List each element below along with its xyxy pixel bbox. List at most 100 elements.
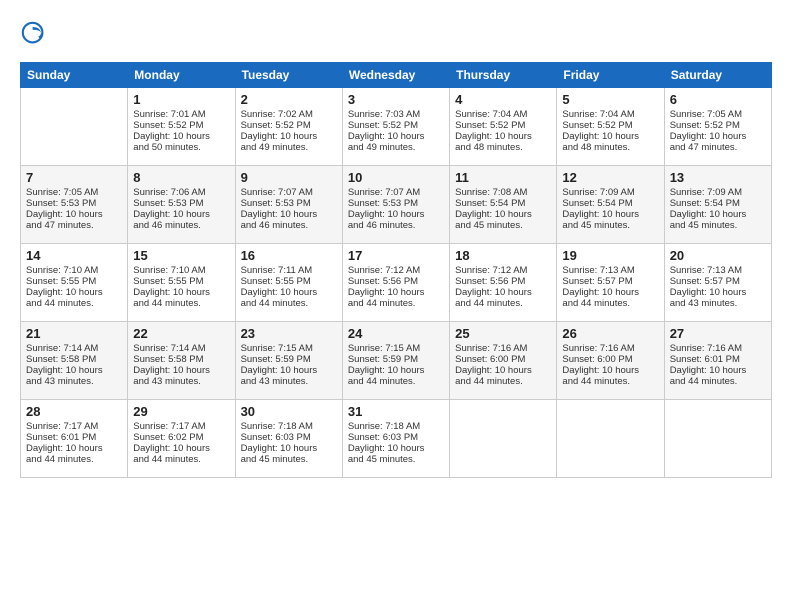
day-info-line: Sunrise: 7:13 AM <box>670 265 766 276</box>
day-info-line: Daylight: 10 hours <box>348 209 444 220</box>
day-info-line: Sunset: 6:01 PM <box>670 354 766 365</box>
day-info-line: Sunrise: 7:15 AM <box>348 343 444 354</box>
calendar-cell: 24Sunrise: 7:15 AMSunset: 5:59 PMDayligh… <box>342 322 449 400</box>
day-info-line: and 48 minutes. <box>562 142 658 153</box>
day-info-line: Sunrise: 7:07 AM <box>241 187 337 198</box>
day-info-line: Sunrise: 7:15 AM <box>241 343 337 354</box>
day-info-line: Daylight: 10 hours <box>670 209 766 220</box>
week-row-1: 1Sunrise: 7:01 AMSunset: 5:52 PMDaylight… <box>21 88 772 166</box>
calendar-cell: 1Sunrise: 7:01 AMSunset: 5:52 PMDaylight… <box>128 88 235 166</box>
day-info-line: and 44 minutes. <box>348 298 444 309</box>
day-number: 29 <box>133 404 229 419</box>
day-info-line: Daylight: 10 hours <box>133 209 229 220</box>
day-info-line: Daylight: 10 hours <box>26 365 122 376</box>
day-info-line: Sunrise: 7:17 AM <box>133 421 229 432</box>
day-info-line: Sunset: 5:55 PM <box>133 276 229 287</box>
day-info-line: Daylight: 10 hours <box>562 287 658 298</box>
day-number: 11 <box>455 170 551 185</box>
day-number: 16 <box>241 248 337 263</box>
calendar-cell: 12Sunrise: 7:09 AMSunset: 5:54 PMDayligh… <box>557 166 664 244</box>
day-number: 8 <box>133 170 229 185</box>
calendar-cell: 27Sunrise: 7:16 AMSunset: 6:01 PMDayligh… <box>664 322 771 400</box>
day-number: 3 <box>348 92 444 107</box>
day-info-line: Daylight: 10 hours <box>562 365 658 376</box>
day-info-line: Sunset: 5:53 PM <box>26 198 122 209</box>
day-info-line: Sunrise: 7:08 AM <box>455 187 551 198</box>
day-number: 10 <box>348 170 444 185</box>
col-header-wednesday: Wednesday <box>342 63 449 88</box>
day-number: 2 <box>241 92 337 107</box>
day-info-line: Sunrise: 7:05 AM <box>26 187 122 198</box>
day-info-line: Sunrise: 7:10 AM <box>133 265 229 276</box>
day-number: 23 <box>241 326 337 341</box>
day-info-line: Sunset: 6:00 PM <box>455 354 551 365</box>
day-info-line: Sunset: 5:52 PM <box>455 120 551 131</box>
day-number: 21 <box>26 326 122 341</box>
day-info-line: and 45 minutes. <box>348 454 444 465</box>
day-info-line: Sunset: 5:52 PM <box>348 120 444 131</box>
header-row: SundayMondayTuesdayWednesdayThursdayFrid… <box>21 63 772 88</box>
day-number: 6 <box>670 92 766 107</box>
day-info-line: and 44 minutes. <box>26 454 122 465</box>
day-info-line: and 44 minutes. <box>455 376 551 387</box>
calendar-cell: 17Sunrise: 7:12 AMSunset: 5:56 PMDayligh… <box>342 244 449 322</box>
day-info-line: and 44 minutes. <box>133 454 229 465</box>
day-info-line: Daylight: 10 hours <box>241 287 337 298</box>
day-info-line: Sunrise: 7:12 AM <box>348 265 444 276</box>
logo-icon <box>20 20 48 48</box>
day-number: 12 <box>562 170 658 185</box>
day-info-line: Sunrise: 7:12 AM <box>455 265 551 276</box>
calendar-cell: 6Sunrise: 7:05 AMSunset: 5:52 PMDaylight… <box>664 88 771 166</box>
day-info-line: Sunset: 5:55 PM <box>26 276 122 287</box>
day-info-line: Sunset: 6:02 PM <box>133 432 229 443</box>
day-info-line: Sunrise: 7:11 AM <box>241 265 337 276</box>
day-number: 22 <box>133 326 229 341</box>
day-info-line: and 46 minutes. <box>348 220 444 231</box>
day-info-line: and 44 minutes. <box>562 298 658 309</box>
day-info-line: Sunset: 5:58 PM <box>26 354 122 365</box>
day-info-line: Sunrise: 7:05 AM <box>670 109 766 120</box>
day-info-line: Sunrise: 7:16 AM <box>670 343 766 354</box>
day-info-line: Daylight: 10 hours <box>348 131 444 142</box>
day-info-line: Sunset: 5:54 PM <box>455 198 551 209</box>
calendar-cell <box>557 400 664 478</box>
calendar-cell: 26Sunrise: 7:16 AMSunset: 6:00 PMDayligh… <box>557 322 664 400</box>
day-info-line: and 47 minutes. <box>26 220 122 231</box>
calendar-cell: 4Sunrise: 7:04 AMSunset: 5:52 PMDaylight… <box>450 88 557 166</box>
day-info-line: Daylight: 10 hours <box>455 287 551 298</box>
day-info-line: Sunset: 5:56 PM <box>348 276 444 287</box>
day-info-line: Sunset: 6:01 PM <box>26 432 122 443</box>
day-info-line: Sunrise: 7:03 AM <box>348 109 444 120</box>
day-info-line: Sunrise: 7:14 AM <box>133 343 229 354</box>
day-info-line: and 43 minutes. <box>241 376 337 387</box>
day-info-line: and 45 minutes. <box>670 220 766 231</box>
day-number: 27 <box>670 326 766 341</box>
calendar-cell: 2Sunrise: 7:02 AMSunset: 5:52 PMDaylight… <box>235 88 342 166</box>
day-info-line: Daylight: 10 hours <box>348 365 444 376</box>
day-info-line: Sunset: 5:53 PM <box>348 198 444 209</box>
day-number: 9 <box>241 170 337 185</box>
day-info-line: and 45 minutes. <box>562 220 658 231</box>
day-info-line: Sunrise: 7:04 AM <box>455 109 551 120</box>
day-info-line: Sunset: 6:03 PM <box>241 432 337 443</box>
day-info-line: Daylight: 10 hours <box>348 443 444 454</box>
day-info-line: Daylight: 10 hours <box>26 287 122 298</box>
calendar-cell: 8Sunrise: 7:06 AMSunset: 5:53 PMDaylight… <box>128 166 235 244</box>
day-number: 13 <box>670 170 766 185</box>
day-info-line: and 44 minutes. <box>348 376 444 387</box>
day-info-line: and 43 minutes. <box>133 376 229 387</box>
day-info-line: and 44 minutes. <box>133 298 229 309</box>
day-info-line: Sunrise: 7:02 AM <box>241 109 337 120</box>
day-info-line: Sunrise: 7:17 AM <box>26 421 122 432</box>
col-header-friday: Friday <box>557 63 664 88</box>
day-info-line: and 43 minutes. <box>26 376 122 387</box>
logo <box>20 20 52 48</box>
day-info-line: and 44 minutes. <box>670 376 766 387</box>
calendar-cell: 29Sunrise: 7:17 AMSunset: 6:02 PMDayligh… <box>128 400 235 478</box>
day-info-line: Sunrise: 7:09 AM <box>562 187 658 198</box>
day-info-line: Sunset: 5:54 PM <box>562 198 658 209</box>
day-info-line: Sunset: 6:00 PM <box>562 354 658 365</box>
day-number: 1 <box>133 92 229 107</box>
calendar-cell: 23Sunrise: 7:15 AMSunset: 5:59 PMDayligh… <box>235 322 342 400</box>
calendar-cell: 19Sunrise: 7:13 AMSunset: 5:57 PMDayligh… <box>557 244 664 322</box>
